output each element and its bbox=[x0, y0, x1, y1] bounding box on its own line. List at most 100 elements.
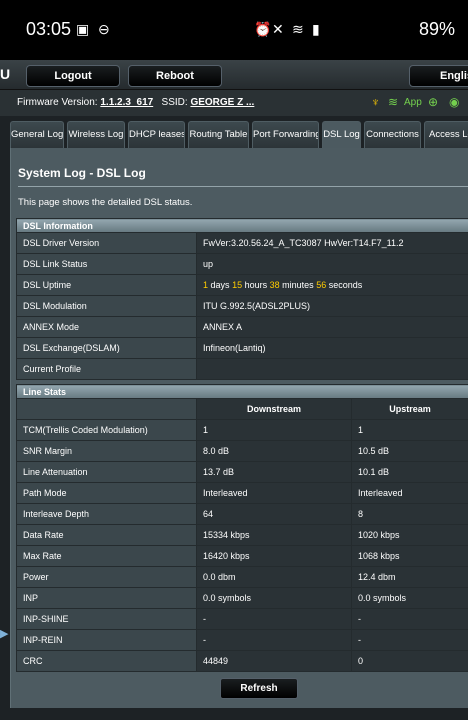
upstream-value: - bbox=[351, 608, 468, 630]
downstream-value: 15334 kbps bbox=[196, 524, 352, 546]
table-row: Line Attenuation 13.7 dB 10.1 dB bbox=[16, 461, 468, 483]
table-row: DSL Uptime 1 days 15 hours 38 minutes 56… bbox=[16, 274, 468, 296]
uptime-seconds-unit: seconds bbox=[328, 280, 363, 290]
upstream-value: 10.5 dB bbox=[351, 440, 468, 462]
row-label: Interleave Depth bbox=[16, 503, 197, 525]
image-icon: ▣ bbox=[76, 21, 90, 37]
downstream-value: 44849 bbox=[196, 650, 352, 672]
vibrate-mute-icon: ✕ bbox=[272, 21, 284, 37]
language-select[interactable]: English bbox=[409, 65, 468, 87]
refresh-button[interactable]: Refresh bbox=[220, 678, 298, 699]
table-row: DSL Modulation ITU G.992.5(ADSL2PLUS) bbox=[16, 295, 468, 317]
downstream-value: 0.0 dbm bbox=[196, 566, 352, 588]
table-row: TCM(Trellis Coded Modulation) 1 1 bbox=[16, 419, 468, 441]
upstream-value: - bbox=[351, 629, 468, 651]
line-stats-table: Line Stats Downstream Upstream TCM(Trell… bbox=[16, 384, 468, 672]
dsl-uptime-value: 1 days 15 hours 38 minutes 56 seconds bbox=[196, 274, 468, 296]
uptime-days: 1 bbox=[203, 280, 209, 290]
uptime-hours: 15 bbox=[232, 280, 243, 290]
app-link[interactable]: App bbox=[404, 97, 422, 108]
upstream-value: 1068 kbps bbox=[351, 545, 468, 567]
downstream-value: 0.0 symbols bbox=[196, 587, 352, 609]
info-bar: Firmware Version: 1.1.2.3_617 SSID: GEOR… bbox=[0, 90, 468, 116]
table-row: Current Profile bbox=[16, 358, 468, 380]
table-row: DSL Driver Version FwVer:3.20.56.24_A_TC3… bbox=[16, 232, 468, 254]
tab-wireless-log[interactable]: Wireless Log bbox=[67, 121, 125, 148]
tab-dhcp-leases[interactable]: DHCP leases bbox=[128, 121, 185, 148]
status-bar: 03:05 ▣ ⊖ ⏰ ✕ ≋ ▮ 89% bbox=[0, 0, 468, 60]
tab-dsl-log[interactable]: DSL Log bbox=[322, 121, 361, 148]
row-label: INP-REIN bbox=[16, 629, 197, 651]
router-topbar: U Logout Reboot English bbox=[0, 60, 468, 90]
firmware-label: Firmware Version: bbox=[17, 97, 98, 108]
row-label: DSL Uptime bbox=[16, 274, 197, 296]
downstream-value: - bbox=[196, 608, 352, 630]
ssid-link[interactable]: GEORGE Z ... bbox=[190, 97, 254, 108]
row-value bbox=[196, 358, 468, 380]
table-row: Data Rate 15334 kbps 1020 kbps bbox=[16, 524, 468, 546]
network-status-icon[interactable]: ⊕ bbox=[428, 95, 438, 109]
uptime-minutes-unit: minutes bbox=[282, 280, 314, 290]
uptime-days-unit: days bbox=[210, 280, 230, 290]
upstream-value: 12.4 dbm bbox=[351, 566, 468, 588]
column-header-row: Downstream Upstream bbox=[16, 398, 468, 420]
table-row: INP-REIN - - bbox=[16, 629, 468, 651]
uptime-seconds: 56 bbox=[316, 280, 327, 290]
tab-connections[interactable]: Connections bbox=[364, 121, 421, 148]
expand-arrow-icon[interactable]: ▶ bbox=[0, 628, 8, 640]
row-label: Line Attenuation bbox=[16, 461, 197, 483]
ssid-label: SSID: bbox=[161, 97, 188, 108]
logout-button[interactable]: Logout bbox=[26, 65, 120, 87]
upstream-value: Interleaved bbox=[351, 482, 468, 504]
table-row: INP-SHINE - - bbox=[16, 608, 468, 630]
clock: 03:05 bbox=[26, 19, 72, 39]
upstream-value: 1020 kbps bbox=[351, 524, 468, 546]
row-label: Data Rate bbox=[16, 524, 197, 546]
wifi-icon: ≋ bbox=[292, 21, 304, 37]
reboot-button[interactable]: Reboot bbox=[128, 65, 222, 87]
firmware-link[interactable]: 1.1.2.3_617 bbox=[100, 97, 153, 108]
table-row: CRC 44849 0 bbox=[16, 650, 468, 672]
row-label: DSL Exchange(DSLAM) bbox=[16, 337, 197, 359]
row-label: INP-SHINE bbox=[16, 608, 197, 630]
downstream-value: Interleaved bbox=[196, 482, 352, 504]
upstream-value: 0 bbox=[351, 650, 468, 672]
row-label: DSL Driver Version bbox=[16, 232, 197, 254]
battery-level: 89% bbox=[418, 19, 455, 39]
uptime-minutes: 38 bbox=[269, 280, 280, 290]
column-header-downstream: Downstream bbox=[196, 398, 352, 420]
usb-icon[interactable]: ♆ bbox=[371, 95, 380, 109]
table-row: Path Mode Interleaved Interleaved bbox=[16, 482, 468, 504]
downstream-value: 1 bbox=[196, 419, 352, 441]
downstream-value: 13.7 dB bbox=[196, 461, 352, 483]
firmware-info: Firmware Version: 1.1.2.3_617 SSID: GEOR… bbox=[17, 97, 254, 108]
wifi-status-icon[interactable]: ≋ bbox=[388, 95, 398, 109]
table-row: Max Rate 16420 kbps 1068 kbps bbox=[16, 545, 468, 567]
do-not-disturb-icon: ⊖ bbox=[98, 21, 110, 37]
line-stats-header: Line Stats bbox=[16, 384, 468, 399]
row-value: Infineon(Lantiq) bbox=[196, 337, 468, 359]
row-label: CRC bbox=[16, 650, 197, 672]
downstream-value: 8.0 dB bbox=[196, 440, 352, 462]
row-label: ANNEX Mode bbox=[16, 316, 197, 338]
row-label: Max Rate bbox=[16, 545, 197, 567]
row-label: Path Mode bbox=[16, 482, 197, 504]
tab-port-forwarding[interactable]: Port Forwarding bbox=[252, 121, 319, 148]
log-tabs: General Log Wireless Log DHCP leases Rou… bbox=[10, 121, 468, 148]
dsl-information-header: DSL Information bbox=[16, 218, 468, 233]
tab-access-log[interactable]: Access Log bbox=[424, 121, 468, 148]
table-row: Interleave Depth 64 8 bbox=[16, 503, 468, 525]
row-value: ANNEX A bbox=[196, 316, 468, 338]
row-label: Power bbox=[16, 566, 197, 588]
tab-general-log[interactable]: General Log bbox=[10, 121, 64, 148]
tab-routing-table[interactable]: Routing Table bbox=[188, 121, 249, 148]
row-value: up bbox=[196, 253, 468, 275]
table-row: DSL Exchange(DSLAM) Infineon(Lantiq) bbox=[16, 337, 468, 359]
row-value: ITU G.992.5(ADSL2PLUS) bbox=[196, 295, 468, 317]
signal-icon: ▮ bbox=[312, 21, 320, 37]
dsl-information-table: DSL Information DSL Driver Version FwVer:… bbox=[16, 218, 468, 380]
internet-status-icon[interactable]: ◉ bbox=[449, 95, 459, 109]
row-value: FwVer:3.20.56.24_A_TC3087 HwVer:T14.F7_1… bbox=[196, 232, 468, 254]
downstream-value: 16420 kbps bbox=[196, 545, 352, 567]
upstream-value: 0.0 symbols bbox=[351, 587, 468, 609]
